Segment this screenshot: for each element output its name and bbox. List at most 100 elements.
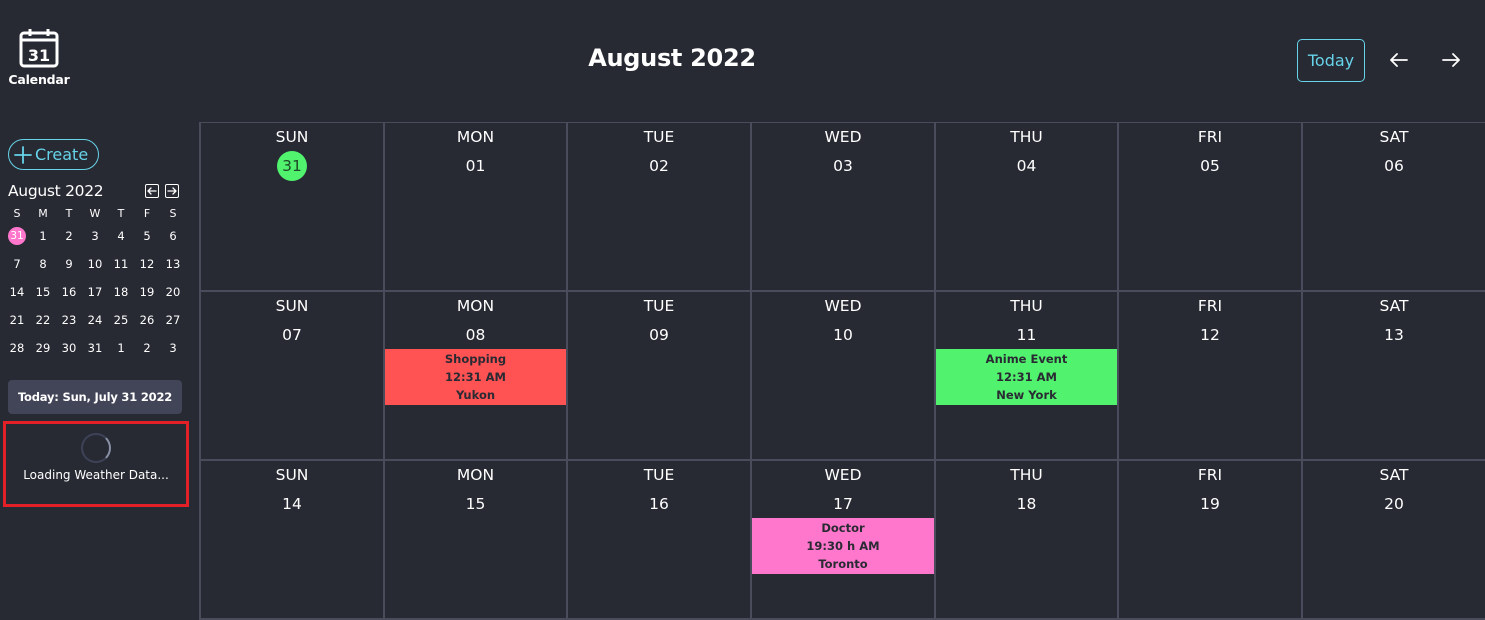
logo-day: 31 — [28, 46, 50, 65]
day-cell[interactable]: TUE 16 — [566, 461, 750, 620]
sidebar: Create August 2022 S M T W T F S 31 1 2 3 4 5 6 7 8 9 10 1… — [0, 122, 199, 619]
day-of-week-label: WED — [824, 466, 862, 484]
plus-icon — [14, 145, 32, 164]
mini-day[interactable]: 28 — [4, 334, 30, 362]
mini-day-number: 3 — [169, 341, 177, 355]
day-cell[interactable]: MON 15 — [383, 461, 566, 620]
mini-day-number: 5 — [143, 229, 151, 243]
date-number: 18 — [1016, 495, 1037, 513]
day-cell[interactable]: FRI 12 — [1117, 292, 1301, 461]
day-cell[interactable]: TUE 09 — [566, 292, 750, 461]
mini-next-button[interactable] — [165, 184, 179, 198]
mini-day[interactable]: 1 — [108, 334, 134, 362]
day-cell[interactable]: WED 10 — [750, 292, 934, 461]
mini-day-number: 31 — [8, 227, 26, 245]
day-of-week-label: MON — [456, 466, 495, 484]
day-cell[interactable]: SAT 20 — [1301, 461, 1485, 620]
day-cell[interactable]: WED 03 — [750, 123, 934, 292]
next-month-button[interactable] — [1439, 48, 1463, 72]
mini-weekday-label: W — [89, 207, 101, 220]
day-cell[interactable]: TUE 02 — [566, 123, 750, 292]
mini-day[interactable]: 24 — [82, 306, 108, 334]
mini-day-number: 14 — [9, 285, 25, 299]
event-card[interactable]: Shopping 12:31 AM Yukon — [385, 349, 566, 405]
calendar-grid: SUN 31 MON 01 TUE 02 WED 03 THU 04 FRI 05 SAT 06 SUN 07… — [199, 122, 1485, 620]
date-number: 09 — [649, 326, 669, 344]
day-cell[interactable]: MON 08 Shopping 12:31 AM Yukon — [383, 292, 566, 461]
event-title: Anime Event — [985, 352, 1068, 366]
mini-weekday-label: T — [65, 207, 73, 220]
create-button[interactable]: Create — [8, 139, 99, 170]
mini-day[interactable]: 3 — [160, 334, 186, 362]
mini-prev-button[interactable] — [145, 184, 159, 198]
mini-day[interactable]: 23 — [56, 306, 82, 334]
mini-day-number: 10 — [87, 257, 103, 271]
mini-day[interactable]: 30 — [56, 334, 82, 362]
day-cell[interactable]: SUN 14 — [199, 461, 383, 620]
mini-day[interactable]: 11 — [108, 250, 134, 278]
mini-day[interactable]: 19 — [134, 278, 160, 306]
app-name: Calendar — [8, 72, 70, 87]
mini-day[interactable]: 6 — [160, 222, 186, 250]
app-logo[interactable]: 31 Calendar — [6, 28, 72, 87]
mini-day[interactable]: 25 — [108, 306, 134, 334]
mini-day[interactable]: 13 — [160, 250, 186, 278]
day-cell[interactable]: THU 18 — [934, 461, 1117, 620]
mini-day[interactable]: 31 — [82, 334, 108, 362]
mini-day[interactable]: 27 — [160, 306, 186, 334]
mini-day[interactable]: 3 — [82, 222, 108, 250]
mini-day[interactable]: 2 — [56, 222, 82, 250]
loading-spinner-icon — [81, 433, 111, 463]
mini-day[interactable]: 26 — [134, 306, 160, 334]
mini-day[interactable]: 12 — [134, 250, 160, 278]
mini-day[interactable]: 14 — [4, 278, 30, 306]
mini-day[interactable]: 4 — [108, 222, 134, 250]
mini-day-number: 31 — [87, 341, 103, 355]
mini-day[interactable]: 17 — [82, 278, 108, 306]
event-card[interactable]: Anime Event 12:31 AM New York — [936, 349, 1117, 405]
day-of-week-label: SUN — [275, 297, 309, 315]
prev-month-button[interactable] — [1387, 48, 1411, 72]
day-cell[interactable]: FRI 05 — [1117, 123, 1301, 292]
mini-day[interactable]: 1 — [30, 222, 56, 250]
day-cell[interactable]: SUN 31 — [199, 123, 383, 292]
mini-day[interactable]: 22 — [30, 306, 56, 334]
day-of-week-label: WED — [824, 297, 862, 315]
day-cell[interactable]: THU 04 — [934, 123, 1117, 292]
mini-day[interactable]: 31 — [4, 222, 30, 250]
mini-day[interactable]: 2 — [134, 334, 160, 362]
date-number: 13 — [1384, 326, 1404, 344]
event-time: 19:30 h AM — [806, 539, 880, 553]
mini-day-number: 8 — [39, 257, 47, 271]
mini-day-number: 25 — [113, 313, 129, 327]
mini-weekday-label: M — [38, 207, 48, 220]
mini-day[interactable]: 15 — [30, 278, 56, 306]
day-cell[interactable]: WED 17 Doctor 19:30 h AM Toronto — [750, 461, 934, 620]
mini-day-number: 3 — [91, 229, 99, 243]
today-button[interactable]: Today — [1297, 39, 1365, 82]
mini-day[interactable]: 5 — [134, 222, 160, 250]
mini-day-number: 19 — [139, 285, 155, 299]
mini-day[interactable]: 16 — [56, 278, 82, 306]
mini-day[interactable]: 18 — [108, 278, 134, 306]
date-number: 07 — [282, 326, 302, 344]
day-cell[interactable]: FRI 19 — [1117, 461, 1301, 620]
mini-day[interactable]: 9 — [56, 250, 82, 278]
calendar-icon: 31 — [19, 29, 59, 68]
day-cell[interactable]: MON 01 — [383, 123, 566, 292]
page-title: August 2022 — [588, 44, 756, 72]
mini-day[interactable]: 10 — [82, 250, 108, 278]
mini-day-number: 18 — [113, 285, 129, 299]
day-of-week-label: TUE — [643, 466, 675, 484]
mini-day-number: 29 — [35, 341, 51, 355]
mini-day[interactable]: 29 — [30, 334, 56, 362]
mini-day[interactable]: 8 — [30, 250, 56, 278]
day-cell[interactable]: THU 11 Anime Event 12:31 AM New York — [934, 292, 1117, 461]
day-cell[interactable]: SUN 07 — [199, 292, 383, 461]
day-cell[interactable]: SAT 13 — [1301, 292, 1485, 461]
mini-day[interactable]: 20 — [160, 278, 186, 306]
day-cell[interactable]: SAT 06 — [1301, 123, 1485, 292]
event-card[interactable]: Doctor 19:30 h AM Toronto — [752, 518, 934, 574]
mini-day[interactable]: 7 — [4, 250, 30, 278]
mini-day[interactable]: 21 — [4, 306, 30, 334]
